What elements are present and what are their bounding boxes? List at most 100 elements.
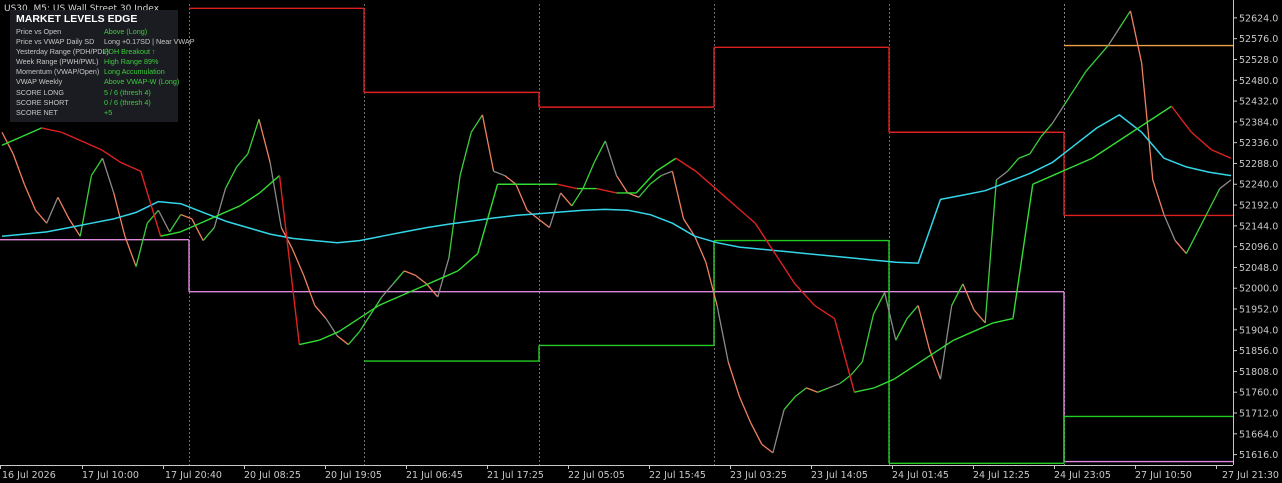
vwap-daily-segment (794, 283, 816, 307)
price-tick-label: 52240.0 (1239, 180, 1278, 191)
panel-row-label: Price vs VWAP Daily SD (16, 37, 95, 47)
price-segment (995, 170, 1008, 181)
vwap-daily-segment (1190, 131, 1212, 151)
price-segment (593, 140, 606, 163)
price-segment (403, 270, 416, 276)
price-segment (448, 175, 461, 258)
price-segment (470, 114, 483, 133)
price-segment (1062, 88, 1076, 107)
price-chart[interactable]: 52624.0 52576.0 52528.0 52480.0 52432.0 52384… (0, 0, 1282, 483)
price-segment (694, 235, 707, 263)
time-tick-label: 20 Jul 08:25 (244, 470, 301, 481)
panel-row-vwap-sd: Price vs VWAP Daily SD Long +0.17SD | Ne… (10, 37, 195, 47)
price-tick-label: 51952.0 (1239, 305, 1278, 316)
vwap-daily-segment (318, 330, 340, 341)
price-segment (1174, 240, 1187, 254)
panel-row-score-long: SCORE LONG 5 / 6 (thresh 4) (10, 88, 178, 98)
panel-row-value: 0 / 6 (thresh 4) (104, 97, 151, 107)
vwap-daily-segment (457, 253, 479, 272)
time-tick-label: 23 Jul 03:25 (730, 470, 787, 481)
vwap-daily-segment (417, 278, 439, 289)
price-segment (861, 314, 875, 363)
vwap-daily-segment (675, 157, 697, 172)
vwap-daily-segment (854, 387, 875, 393)
vwap-daily-segment (913, 352, 935, 367)
price-segment (1152, 179, 1165, 215)
panel-row-value: High Range 89% (104, 57, 159, 67)
vwap-daily-segment (1012, 184, 1034, 319)
price-segment (269, 162, 282, 228)
vwap-daily-segment (1151, 105, 1172, 120)
vwap-daily-segment (81, 140, 102, 151)
price-segment (817, 387, 830, 393)
price-segment (381, 283, 394, 298)
time-tick-label: 17 Jul 20:40 (165, 470, 222, 481)
time-tick-label: 24 Jul 01:45 (892, 470, 949, 481)
price-segment (548, 192, 562, 228)
vwap-daily-segment (814, 304, 835, 320)
vwap-daily-segment (1032, 174, 1053, 185)
price-segment (671, 171, 685, 220)
price-segment (1018, 153, 1031, 159)
time-tick-label: 23 Jul 14:05 (811, 470, 868, 481)
price-segment (90, 157, 104, 176)
vwap-daily-segment (41, 127, 62, 133)
price-segment (772, 409, 785, 454)
price-segment (1085, 58, 1098, 73)
price-segment (414, 274, 427, 285)
price-segment (850, 361, 863, 376)
price-segment (291, 248, 305, 276)
panel-row-label: VWAP Weekly (16, 77, 63, 87)
price-segment (1118, 10, 1131, 29)
chart-area[interactable]: 52624.0 52576.0 52528.0 52480.0 52432.0 52384… (0, 0, 1282, 483)
price-tick-label: 52528.0 (1239, 55, 1278, 66)
price-tick-label: 51712.0 (1239, 409, 1278, 420)
level-lines (0, 7, 1233, 464)
time-tick-label: 21 Jul 17:25 (487, 470, 544, 481)
session-separators (189, 4, 1065, 465)
price-segment (794, 387, 807, 398)
price-segment (571, 188, 584, 207)
vwap-daily-segment (873, 378, 895, 389)
price-segment (1129, 10, 1143, 64)
price-segment (872, 292, 886, 315)
panel-row-vwap-weekly: VWAP Weekly Above VWAP-W (Long) (10, 77, 179, 87)
vwap-daily-segment (100, 148, 122, 164)
price-segment (347, 331, 361, 345)
price-segment (1051, 105, 1064, 124)
price-segment (906, 305, 919, 319)
vwap-daily-segment (437, 270, 459, 281)
price-segment (560, 192, 573, 207)
price-segment (481, 114, 495, 172)
price-tick-label: 52576.0 (1239, 34, 1278, 45)
price-segment (157, 209, 171, 233)
price-tick-label: 52336.0 (1239, 138, 1278, 149)
panel-row-value: Long +0.17SD | Near VWAP (104, 37, 195, 47)
vwap-daily-segment (140, 171, 162, 237)
price-segment (101, 158, 115, 194)
vwap-daily-segment (299, 339, 320, 346)
vwap-daily-segment (398, 287, 419, 298)
vwap-daily-segment (655, 157, 677, 172)
panel-row-value: Long Accumulation (104, 67, 165, 77)
price-segment (660, 170, 673, 177)
vwap-daily-segment (1052, 166, 1073, 177)
price-tick-label: 51664.0 (1239, 429, 1278, 440)
price-tick-label: 51904.0 (1239, 325, 1278, 336)
price-segment (247, 119, 260, 155)
time-tick-label: 20 Jul 19:05 (325, 470, 382, 481)
panel-row-label: Week Range (PWH/PWL) (16, 57, 99, 67)
price-segment (515, 183, 528, 211)
time-tick-label: 22 Jul 05:05 (568, 470, 625, 481)
price-segment (135, 223, 148, 267)
price-segment (783, 396, 796, 410)
time-tick-label: 22 Jul 15:45 (649, 470, 706, 481)
price-segment (828, 382, 841, 389)
price-segment (928, 348, 942, 380)
vwap-daily-segment (338, 317, 360, 333)
price-segment (1196, 209, 1210, 233)
time-tick-label: 27 Jul 10:50 (1135, 470, 1192, 481)
vwap-daily-segment (61, 131, 82, 142)
price-segment (23, 183, 37, 211)
panel-row-label: SCORE NET (16, 107, 58, 117)
